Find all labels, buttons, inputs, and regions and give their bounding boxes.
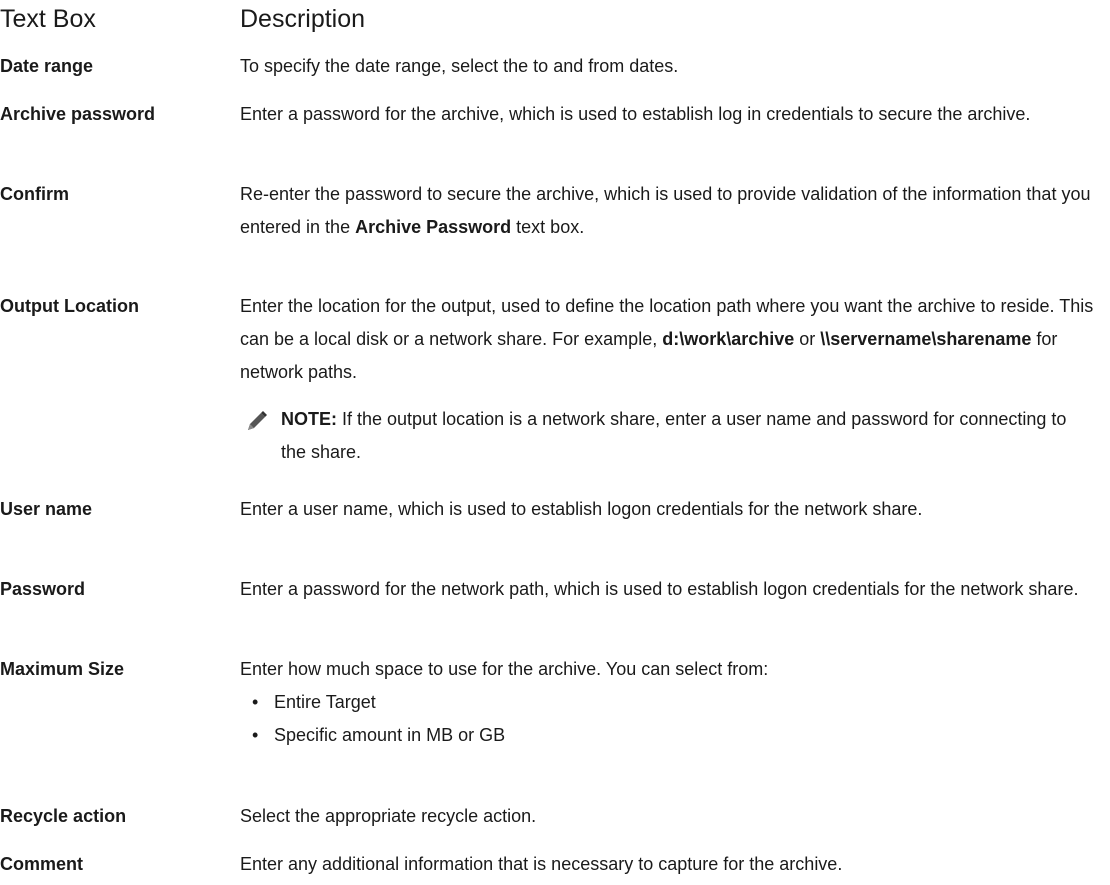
row-description: Enter a password for the archive, which … bbox=[240, 104, 1031, 124]
row-description: Enter a password for the network path, w… bbox=[240, 579, 1079, 599]
row-label: Password bbox=[0, 579, 86, 599]
row-label: Date range bbox=[0, 56, 94, 76]
row-description: Re-enter the password to secure the arch… bbox=[240, 178, 1100, 244]
output-path-1: d:\work\archive bbox=[662, 329, 795, 349]
bullet-icon: • bbox=[252, 725, 259, 745]
note-label: NOTE: bbox=[281, 409, 337, 429]
maximum-size-options: • Entire Target • Specific amount in MB or… bbox=[252, 686, 505, 752]
row-label: Comment bbox=[0, 854, 84, 874]
row-label: Archive password bbox=[0, 104, 156, 124]
output-desc-2: or bbox=[794, 329, 821, 349]
row-description: Select the appropriate recycle action. bbox=[240, 806, 537, 826]
output-path-2: \\servername\sharename bbox=[820, 329, 1032, 349]
note-text: NOTE: If the output location is a networ… bbox=[281, 403, 1091, 469]
row-description: Enter any additional information that is… bbox=[240, 854, 843, 874]
maximum-size-desc: Enter how much space to use for the arch… bbox=[240, 659, 769, 679]
row-label: Confirm bbox=[0, 184, 69, 204]
header-text-box: Text Box bbox=[0, 5, 96, 33]
row-label: Output Location bbox=[0, 296, 139, 316]
row-label: Maximum Size bbox=[0, 659, 125, 679]
row-label: User name bbox=[0, 499, 93, 519]
row-description: Enter how much space to use for the arch… bbox=[240, 653, 1100, 745]
list-item: • Entire Target bbox=[252, 686, 505, 719]
bullet-icon: • bbox=[252, 692, 259, 712]
list-item: • Specific amount in MB or GB bbox=[252, 719, 505, 752]
document-page: Text Box Description Date range To speci… bbox=[0, 0, 1110, 885]
confirm-desc-bold: Archive Password bbox=[355, 217, 512, 237]
confirm-desc-after: text box. bbox=[511, 217, 585, 237]
row-description: Enter the location for the output, used … bbox=[240, 290, 1100, 389]
header-description: Description bbox=[240, 5, 366, 33]
row-description: To specify the date range, select the to… bbox=[240, 56, 679, 76]
row-description: Enter a user name, which is used to esta… bbox=[240, 499, 923, 519]
row-label: Recycle action bbox=[0, 806, 127, 826]
pencil-note-icon bbox=[245, 409, 269, 433]
note-content: If the output location is a network shar… bbox=[281, 409, 1067, 462]
